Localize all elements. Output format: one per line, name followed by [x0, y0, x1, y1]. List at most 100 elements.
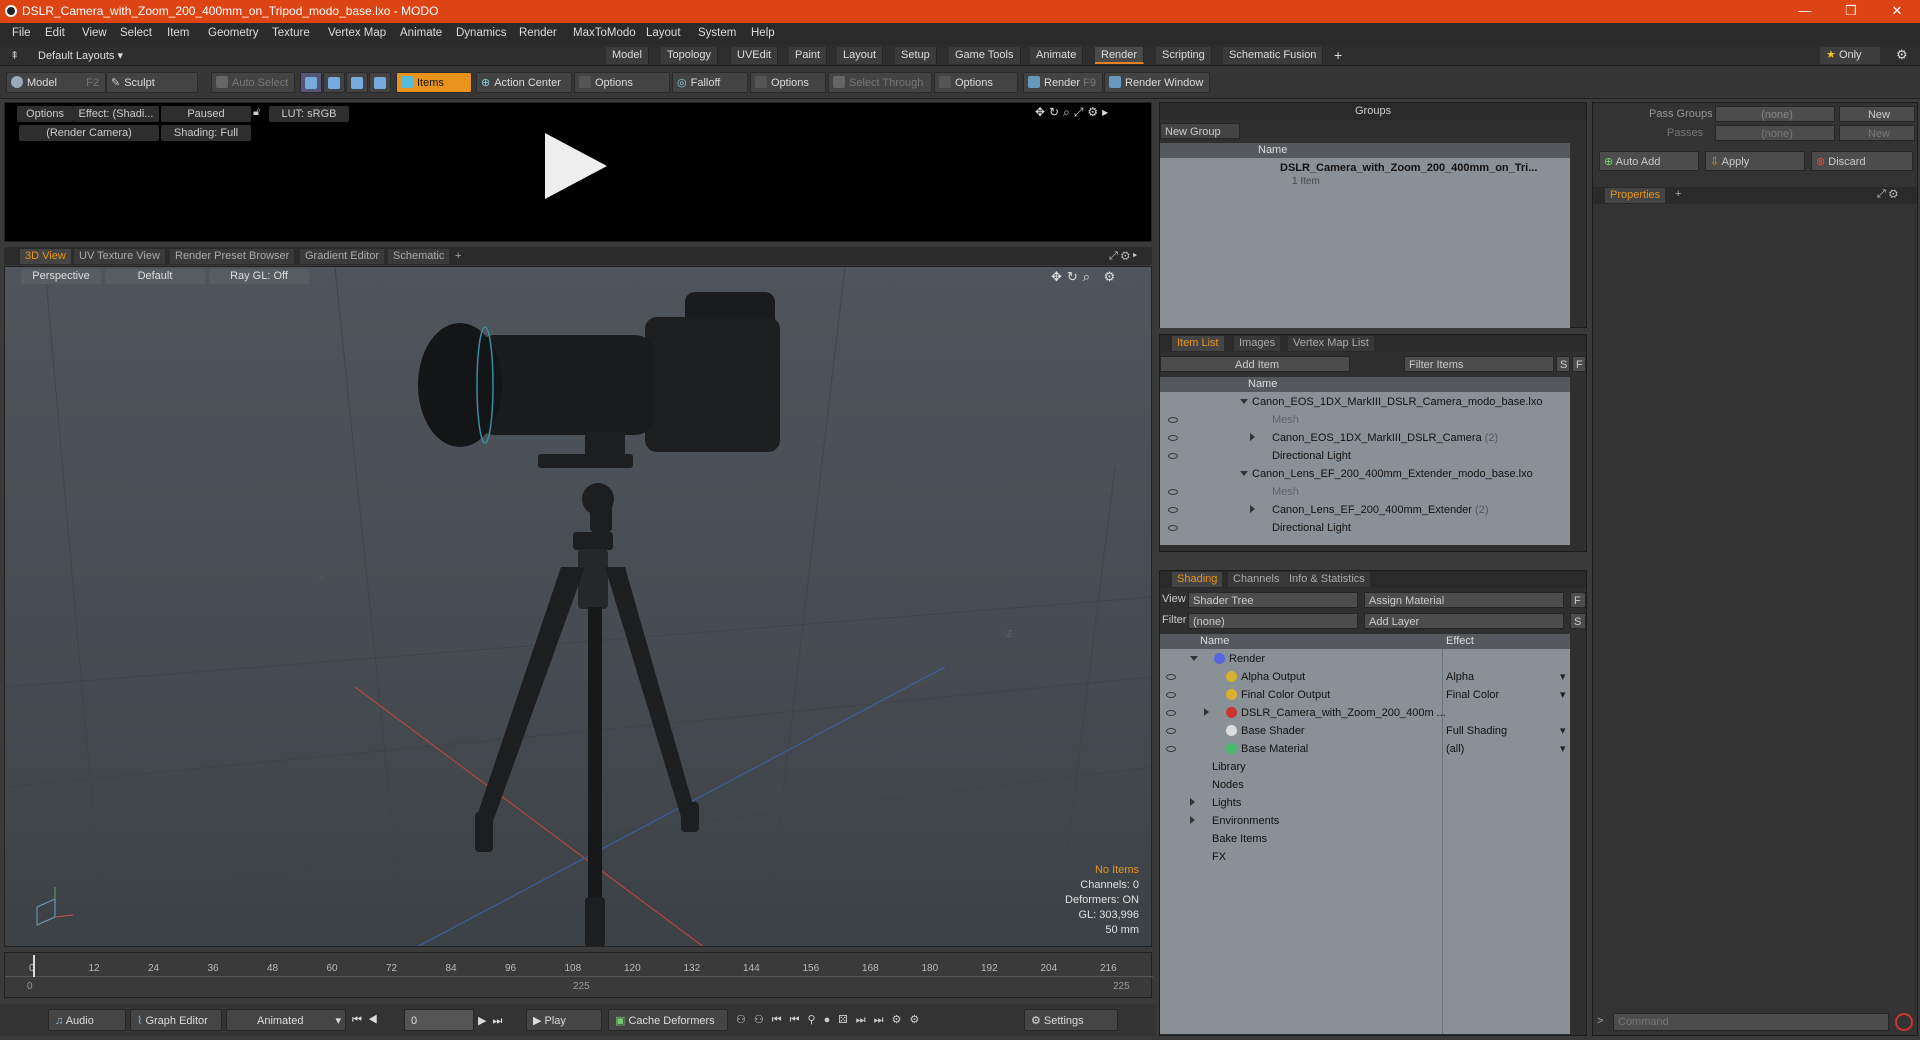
item-list-row[interactable]: Canon_EOS_1DX_MarkIII_DSLR_Camera_modo_b… [1160, 393, 1570, 411]
menu-layout[interactable]: Layout [646, 27, 681, 39]
menu-texture[interactable]: Texture [272, 27, 310, 39]
expand-arrow-icon[interactable] [1190, 812, 1199, 830]
3d-viewport[interactable]: Perspective Default Ray GL: Off ✥↻⌕ ⚙ -X… [4, 266, 1152, 947]
shader-tree-dropdown[interactable]: Shader Tree [1188, 592, 1358, 608]
item-list-row[interactable]: Canon_Lens_EF_200_400mm_Extender (2) [1160, 501, 1570, 519]
tab-item-list[interactable]: Item List [1172, 336, 1224, 351]
layout-collapse-icon[interactable]: ⇞ [10, 49, 19, 62]
expand-arrow-icon[interactable] [1204, 704, 1213, 722]
pass-groups-dropdown[interactable]: (none) [1715, 106, 1835, 122]
tab-shading[interactable]: Shading [1172, 572, 1223, 587]
tab-schematic[interactable]: Schematic [388, 249, 450, 264]
item-s-button[interactable]: S [1556, 356, 1570, 372]
menu-render[interactable]: Render [519, 27, 557, 39]
item-list-row[interactable]: Mesh [1160, 411, 1570, 429]
shader-tree[interactable]: Name Effect Render Alpha Output Alpha ▾ Fina… [1160, 634, 1570, 1034]
tab-setup[interactable]: Setup [895, 47, 937, 64]
lock-icon[interactable]: 🔓︎ [253, 106, 260, 119]
expand-arrow-icon[interactable] [1250, 429, 1259, 447]
maximize-button[interactable]: ❐ [1828, 0, 1874, 23]
add-layer-dropdown[interactable]: Add Layer [1364, 613, 1564, 629]
falloff-options-button[interactable]: Options [750, 72, 826, 93]
tab-channels[interactable]: Channels [1228, 572, 1285, 587]
frame-input[interactable]: 0 [404, 1009, 474, 1031]
tab-render[interactable]: Render [1095, 47, 1145, 64]
preview-options-button[interactable]: Options [17, 106, 73, 122]
play-icon[interactable] [545, 133, 607, 199]
tab-model[interactable]: Model [606, 47, 649, 64]
action-center-button[interactable]: ⊕ Action Center [476, 72, 572, 93]
shader-effect[interactable]: Final Color [1446, 686, 1499, 704]
visibility-eye-icon[interactable] [1166, 668, 1176, 686]
command-input[interactable] [1613, 1013, 1889, 1031]
filter-dropdown[interactable]: (none) [1188, 613, 1358, 629]
expand-arrow-icon[interactable] [1250, 501, 1259, 519]
default-layouts-dropdown[interactable]: Default Layouts ▾ [38, 49, 123, 62]
tab-scripting[interactable]: Scripting [1156, 47, 1212, 64]
item-list-row[interactable]: Canon_Lens_EF_200_400mm_Extender_modo_ba… [1160, 465, 1570, 483]
tab-uvedit[interactable]: UVEdit [731, 47, 779, 64]
transport-forward-icons[interactable]: ▶⏭ [478, 1014, 508, 1028]
new-pass-group-button[interactable]: New [1839, 106, 1915, 122]
chevron-down-icon[interactable]: ▾ [1560, 722, 1566, 740]
shader-effect[interactable]: Full Shading [1446, 722, 1507, 740]
shader-tree-row[interactable]: DSLR_Camera_with_Zoom_200_400m ... [1160, 704, 1570, 722]
visibility-eye-icon[interactable] [1166, 722, 1176, 740]
menu-file[interactable]: File [12, 27, 31, 39]
play-button[interactable]: ▶ Play [526, 1009, 602, 1031]
visibility-eye-icon[interactable] [1166, 686, 1176, 704]
timeline-ruler[interactable]: 0 12 24 36 48 60 72 84 96 108 120 132 144 156 168 180 19… [5, 955, 1153, 977]
raygl-dropdown[interactable]: Ray GL: Off [209, 269, 309, 284]
key-tools-icons[interactable]: ⚇⚇⏮⏮⚲●⚄⏭⏭⚙⚙ [736, 1013, 927, 1027]
tab-topology[interactable]: Topology [661, 47, 719, 64]
preview-lut-dropdown[interactable]: LUT: sRGB [269, 106, 349, 122]
timeline-playhead[interactable] [33, 955, 35, 977]
tab-schematic-fusion[interactable]: Schematic Fusion [1223, 47, 1324, 64]
item-list-row[interactable]: Canon_EOS_1DX_MarkIII_DSLR_Camera (2) [1160, 429, 1570, 447]
tab-render-preset-browser[interactable]: Render Preset Browser [170, 249, 295, 264]
add-layout-tab-button[interactable]: + [1334, 47, 1342, 63]
tab-paint[interactable]: Paint [789, 47, 828, 64]
tab-3d-view[interactable]: 3D View [20, 249, 71, 264]
menu-animate[interactable]: Animate [400, 27, 442, 39]
preview-shading-dropdown[interactable]: Shading: Full [161, 125, 251, 141]
add-viewport-tab-button[interactable]: + [450, 249, 466, 264]
new-group-button[interactable]: New Group [1160, 123, 1240, 139]
item-list[interactable]: Name Canon_EOS_1DX_MarkIII_DSLR_Camera_m… [1160, 377, 1570, 545]
item-list-row[interactable]: Directional Light [1160, 519, 1570, 537]
menu-help[interactable]: Help [751, 27, 775, 39]
viewport-nav-icons[interactable]: ✥↻⌕ ⚙ [1051, 269, 1120, 285]
preview-camera-dropdown[interactable]: (Render Camera) [19, 125, 159, 141]
shading-s-button[interactable]: S [1570, 613, 1586, 629]
edges-mode-button[interactable] [323, 72, 345, 93]
collapse-arrow-icon[interactable] [1240, 465, 1252, 483]
shader-tree-row[interactable]: Base Shader Full Shading ▾ [1160, 722, 1570, 740]
perspective-dropdown[interactable]: Perspective [21, 269, 101, 284]
gear-icon[interactable]: ⚙ [1896, 47, 1908, 63]
item-list-row[interactable]: Mesh [1160, 483, 1570, 501]
default-style-dropdown[interactable]: Default [105, 269, 205, 284]
preview-paused-button[interactable]: Paused [161, 106, 251, 122]
shader-tree-row[interactable]: Alpha Output Alpha ▾ [1160, 668, 1570, 686]
graph-editor-button[interactable]: ⌇ Graph Editor [130, 1009, 222, 1031]
menu-view[interactable]: View [82, 27, 107, 39]
tab-gradient-editor[interactable]: Gradient Editor [300, 249, 384, 264]
tab-info-statistics[interactable]: Info & Statistics [1284, 572, 1370, 587]
visibility-eye-icon[interactable] [1168, 429, 1178, 447]
animated-dropdown[interactable]: Animated ▾ [226, 1009, 346, 1031]
add-properties-tab-button[interactable]: + [1675, 188, 1681, 200]
model-mode-button[interactable]: Model F2 [6, 72, 106, 93]
assign-material-button[interactable]: Assign Material [1364, 592, 1564, 608]
collapse-arrow-icon[interactable] [1190, 650, 1202, 668]
minimize-button[interactable]: — [1782, 0, 1828, 23]
item-f-button[interactable]: F [1572, 356, 1586, 372]
tab-layout[interactable]: Layout [837, 47, 884, 64]
menu-geometry[interactable]: Geometry [208, 27, 259, 39]
shader-tree-row[interactable]: Environments [1160, 812, 1570, 830]
menu-vertex-map[interactable]: Vertex Map [328, 27, 386, 39]
shader-tree-row[interactable]: Final Color Output Final Color ▾ [1160, 686, 1570, 704]
preview-nav-icons[interactable]: ✥↻⌕⤢⚙▸ [1035, 105, 1112, 120]
apply-button[interactable]: ⇩ Apply [1705, 151, 1805, 171]
menu-dynamics[interactable]: Dynamics [456, 27, 506, 39]
transport-back-icons[interactable]: ⏮◀ [352, 1014, 384, 1027]
